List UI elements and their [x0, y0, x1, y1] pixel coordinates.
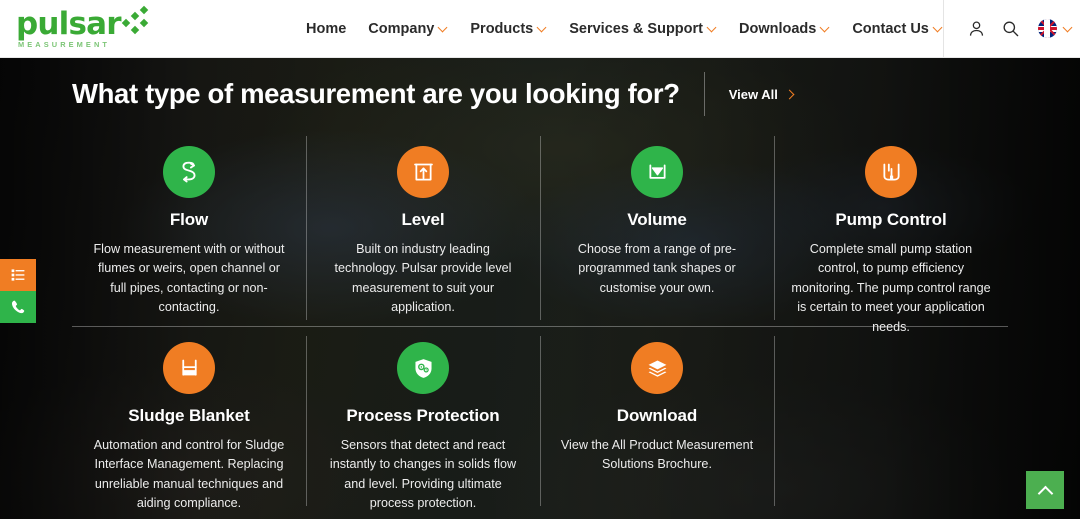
nav-label: Downloads [738, 20, 817, 37]
card-flow[interactable]: Flow Flow measurement with or without fl… [72, 130, 306, 326]
volume-icon [648, 163, 666, 179]
side-tab-group [0, 259, 36, 323]
hero-heading-row: What type of measurement are you looking… [0, 58, 1080, 116]
main-navigation: Home Company Products Services & Support… [300, 0, 943, 57]
logo-subtitle: MEASUREMENT [18, 39, 110, 49]
chevron-down-icon [934, 24, 943, 33]
card-download[interactable]: Download View the All Product Measuremen… [540, 326, 774, 506]
nav-label: Company [368, 20, 435, 37]
uk-flag-icon [1037, 19, 1057, 38]
nav-label: Services & Support [569, 20, 703, 37]
search-icon [1003, 21, 1019, 37]
logo-wordmark: pulsar [16, 5, 122, 42]
card-title: Level [401, 210, 445, 229]
side-tab-phone[interactable] [0, 291, 36, 323]
divider [703, 72, 705, 116]
logo-link[interactable]: pulsar MEASUREMENT [0, 5, 300, 49]
card-process-protection[interactable]: Process Protection Sensors that detect a… [306, 326, 540, 510]
grid-row-1: Flow Flow measurement with or without fl… [72, 130, 1008, 334]
card-description: Automation and control for Sludge Interf… [93, 437, 285, 511]
sludge-blanket-icon [181, 359, 197, 376]
card-description: Complete small pump station control, to … [791, 241, 991, 334]
nav-label: Home [306, 20, 347, 37]
account-button[interactable] [960, 0, 994, 58]
flow-icon-badge [163, 146, 215, 198]
chevron-down-icon [708, 24, 717, 33]
process-protection-icon [414, 358, 432, 378]
site-header: pulsar MEASUREMENT Home Company Products… [0, 0, 1080, 58]
view-all-label: View All [728, 86, 778, 102]
chevron-down-icon [538, 24, 547, 33]
hero-section: What type of measurement are you looking… [0, 58, 1080, 519]
nav-item-products[interactable]: Products [470, 21, 547, 37]
card-volume[interactable]: Volume Choose from a range of pre-progra… [540, 130, 774, 326]
card-title: Sludge Blanket [128, 406, 250, 425]
chevron-down-icon [439, 24, 448, 33]
language-selector[interactable] [1028, 0, 1073, 58]
back-to-top-button[interactable] [1026, 471, 1064, 509]
card-description: Sensors that detect and react instantly … [329, 437, 517, 511]
nav-label: Products [470, 20, 534, 37]
chevron-right-icon [786, 90, 795, 99]
nav-item-downloads[interactable]: Downloads [739, 21, 830, 37]
phone-icon [11, 300, 25, 314]
chevron-up-icon [1039, 484, 1051, 496]
page-title: What type of measurement are you looking… [72, 78, 680, 109]
sludge-blanket-icon-badge [163, 342, 215, 394]
volume-icon-badge [631, 146, 683, 198]
process-protection-icon-badge [397, 342, 449, 394]
nav-item-home[interactable]: Home [306, 21, 346, 37]
chevron-down-icon [821, 24, 830, 33]
download-layers-icon [648, 359, 666, 377]
card-pump-control[interactable]: Pump Control Complete small pump station… [774, 130, 1008, 334]
download-icon-badge [631, 342, 683, 394]
list-menu-icon [11, 269, 25, 281]
card-title: Process Protection [346, 406, 500, 425]
card-description: Flow measurement with or without flumes … [93, 241, 285, 315]
card-sludge-blanket[interactable]: Sludge Blanket Automation and control fo… [72, 326, 306, 510]
card-description: Built on industry leading technology. Pu… [334, 241, 512, 315]
user-icon [970, 21, 984, 36]
pump-control-icon-badge [865, 146, 917, 198]
logo-diamonds-icon [121, 5, 153, 35]
nav-item-company[interactable]: Company [368, 21, 448, 37]
nav-item-contact-us[interactable]: Contact Us [852, 21, 943, 37]
grid-row-2: Sludge Blanket Automation and control fo… [72, 326, 1008, 510]
card-description: View the All Product Measurement Solutio… [560, 437, 754, 472]
level-icon [413, 163, 433, 181]
card-title: Download [616, 406, 698, 425]
flow-icon [182, 161, 196, 183]
pulsar-logo: pulsar MEASUREMENT [16, 5, 148, 49]
view-all-link[interactable]: View All [729, 87, 795, 102]
card-title: Pump Control [835, 210, 947, 229]
card-title: Volume [627, 210, 687, 229]
card-empty-slot [774, 326, 1008, 506]
nav-item-services-support[interactable]: Services & Support [569, 21, 717, 37]
page-root: pulsar MEASUREMENT Home Company Products… [0, 0, 1080, 519]
card-level[interactable]: Level Built on industry leading technolo… [306, 130, 540, 326]
side-tab-menu[interactable] [0, 259, 36, 291]
header-tools [942, 0, 1080, 58]
hero-content: What type of measurement are you looking… [0, 58, 1080, 519]
chevron-down-icon [1064, 24, 1073, 33]
card-title: Flow [169, 210, 209, 229]
nav-label: Contact Us [852, 20, 929, 37]
pump-control-icon [882, 163, 900, 181]
search-button[interactable] [994, 0, 1028, 58]
card-description: Choose from a range of pre-programmed ta… [577, 241, 737, 295]
measurement-category-grid: Flow Flow measurement with or without fl… [72, 130, 1008, 510]
level-icon-badge [397, 146, 449, 198]
